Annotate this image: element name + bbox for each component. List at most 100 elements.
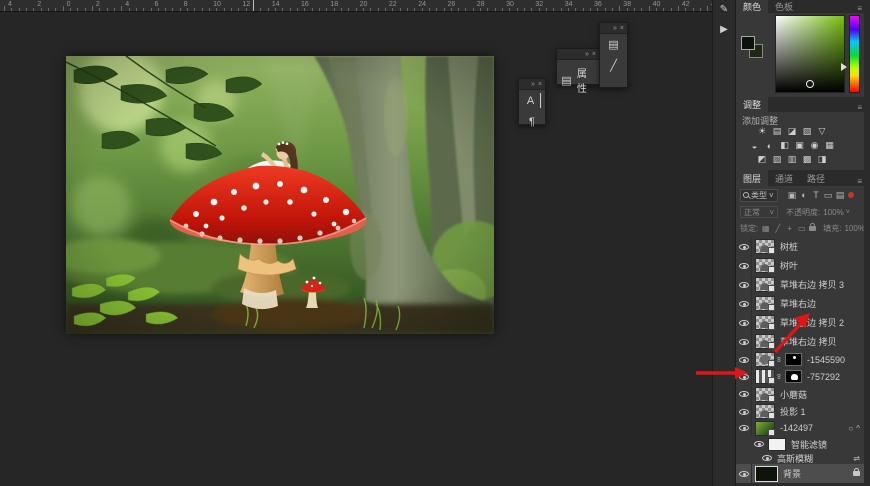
layer-row[interactable]: 小蘑菇 [736,385,864,403]
layer-row[interactable]: 树叶 [736,256,864,275]
channel-mixer-icon[interactable]: ◉ [809,140,820,151]
visibility-eye-icon[interactable] [739,425,749,431]
layer-row[interactable]: -142497 ○ ^ [736,420,864,436]
visibility-eye-icon[interactable] [739,339,749,345]
layer-row[interactable]: 草堆右边 拷贝 2 [736,313,864,332]
layer-thumbnail[interactable] [755,352,775,367]
opacity-value[interactable]: 100% [823,208,843,217]
visibility-eye-icon[interactable] [754,441,764,447]
paragraph-icon[interactable]: ¶ [523,114,541,129]
layer-mask-thumbnail[interactable] [785,353,802,366]
lock-transparency-icon[interactable]: ▦ [761,224,770,233]
threshold-icon[interactable]: ▥ [787,154,798,165]
filter-kind-dropdown[interactable]: 类型 ˅ [740,189,778,202]
layer-row[interactable]: 草堆右边 拷贝 [736,332,864,351]
exposure-icon[interactable]: ▧ [802,126,813,137]
character-icon[interactable]: A [523,93,541,108]
visibility-eye-icon[interactable] [739,282,749,288]
layer-thumbnail[interactable] [755,277,775,292]
fill-value[interactable]: 100% [844,224,864,233]
properties-icon[interactable]: ▤ [561,73,572,88]
layer-thumbnail[interactable] [755,369,775,384]
layer-row[interactable]: 草堆右边 [736,294,864,313]
color-lookup-icon[interactable]: ▦ [824,140,835,151]
lock-pixels-icon[interactable]: ╱ [773,224,782,233]
collapse-caret-icon[interactable]: ^ [856,424,860,433]
hue-marker[interactable] [841,63,847,71]
close-icon[interactable]: × [620,25,624,32]
lock-all-icon[interactable] [809,226,816,231]
foreground-color-swatch[interactable] [741,36,755,50]
collapse-icon[interactable]: » [585,51,589,58]
visibility-eye-icon[interactable] [739,320,749,326]
layer-thumbnail[interactable] [755,421,775,436]
filter-toggle[interactable] [848,192,854,198]
properties-panel-float[interactable]: »× ▤ 属性 [556,48,600,85]
visibility-eye-icon[interactable] [739,301,749,307]
smart-filter-row[interactable]: 智能滤镜 [736,436,864,452]
visibility-eye-icon[interactable] [739,409,749,415]
visibility-eye-icon[interactable] [739,471,749,477]
layer-row[interactable]: ∞ -1545590 [736,351,864,368]
color-field-selector[interactable] [806,80,814,88]
lock-artboard-icon[interactable]: ▭ [797,224,806,233]
mask-link-icon[interactable]: ∞ [775,373,784,381]
blend-mode-dropdown[interactable]: 正常 ˅ [740,206,778,218]
layer-row[interactable]: ∞ -757292 [736,368,864,385]
invert-icon[interactable]: ◩ [757,154,768,165]
visibility-eye-icon[interactable] [739,374,749,380]
black-white-icon[interactable]: ◧ [779,140,790,151]
curves-icon[interactable]: ◪ [787,126,798,137]
brush-settings-icon[interactable]: ▤ [605,37,623,52]
smart-object-filter-icon[interactable]: ▤ [834,190,846,201]
selective-color-icon[interactable]: ◨ [817,154,828,165]
layer-row[interactable]: 树桩 [736,237,864,256]
layer-row[interactable]: 投影 1 [736,403,864,420]
shape-layer-filter-icon[interactable]: ▭ [822,190,834,201]
vibrance-icon[interactable]: ▽ [817,126,828,137]
brightness-contrast-icon[interactable]: ☀ [757,126,768,137]
background-layer-row[interactable]: 背景 [736,464,864,483]
posterize-icon[interactable]: ▨ [772,154,783,165]
color-field[interactable] [775,15,845,93]
layer-thumbnail[interactable] [755,387,775,402]
blend-options-icon[interactable]: ⇌ [853,454,860,463]
tab-layers[interactable]: 图层 [736,170,768,186]
panel-menu-icon[interactable]: ≡ [857,4,862,13]
pixel-layer-filter-icon[interactable]: ▣ [786,190,798,201]
levels-icon[interactable]: ▤ [772,126,783,137]
canvas[interactable] [66,56,494,334]
panel-menu-icon[interactable]: ≡ [857,177,862,186]
visibility-eye-icon[interactable] [739,263,749,269]
tab-swatches[interactable]: 色板 [768,0,800,13]
close-icon[interactable]: × [592,51,596,58]
tab-paths[interactable]: 路径 [800,170,832,186]
panel-menu-icon[interactable]: ≡ [857,103,862,112]
adjustment-layer-filter-icon[interactable]: ◐ [798,190,810,200]
filter-mask-thumbnail[interactable] [768,438,786,451]
hue-slider[interactable] [849,15,860,93]
layer-thumbnail[interactable] [755,334,775,349]
collapse-icon[interactable]: » [613,25,617,32]
photo-filter-icon[interactable]: ▣ [794,140,805,151]
visibility-eye-icon[interactable] [739,391,749,397]
layer-thumbnail[interactable] [755,296,775,311]
layer-thumbnail[interactable] [755,258,775,273]
brush-panel-float[interactable]: »× ▤ ╱ [599,22,628,88]
mask-link-icon[interactable]: ∞ [775,356,784,364]
character-panel-float[interactable]: »× A ¶ [518,78,546,125]
tab-color[interactable]: 颜色 [736,0,768,13]
pen-panel-icon[interactable]: ✎ [715,2,733,16]
gaussian-blur-row[interactable]: 高斯模糊 ⇌ [736,452,864,464]
layer-thumbnail[interactable] [755,315,775,330]
gradient-map-icon[interactable]: ▩ [802,154,813,165]
type-layer-filter-icon[interactable]: T [810,190,822,200]
layer-thumbnail[interactable] [755,404,775,419]
smart-filter-toggle-icon[interactable]: ○ [848,424,853,433]
tab-adjustments[interactable]: 调整 [736,97,768,112]
visibility-eye-icon[interactable] [739,244,749,250]
close-icon[interactable]: × [538,81,542,88]
actions-panel-icon[interactable]: ▶ [715,22,733,36]
visibility-eye-icon[interactable] [762,455,772,461]
tab-channels[interactable]: 通道 [768,170,800,186]
